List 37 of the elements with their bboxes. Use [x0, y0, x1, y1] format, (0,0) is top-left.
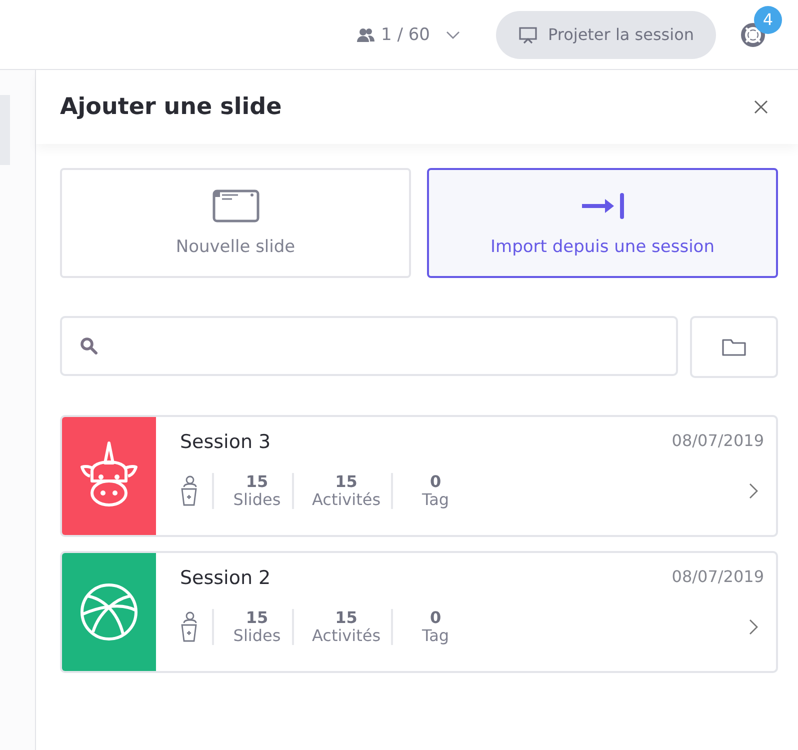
option-tab[interactable]: Import depuis une session — [427, 168, 778, 278]
stat-value: 15 — [246, 473, 268, 491]
stat-value: 0 — [430, 473, 442, 491]
stat-label: Slides — [233, 627, 281, 645]
basketball-icon — [79, 582, 139, 642]
folder-icon — [722, 337, 746, 357]
window-icon — [212, 189, 260, 223]
session-name: Session 3 — [180, 431, 271, 453]
close-icon[interactable] — [754, 100, 768, 114]
users-icon — [357, 26, 375, 42]
stat-value: 15 — [246, 609, 268, 627]
option-tab[interactable]: Nouvelle slide — [60, 168, 411, 278]
search-icon — [80, 337, 98, 355]
stat-value: 0 — [430, 609, 442, 627]
session-name: Session 2 — [180, 567, 271, 589]
chevron-right-icon — [749, 483, 758, 499]
session-card[interactable]: Session 3 08/07/2019 15 Slides 15 Activités 0 Tag — [60, 415, 778, 537]
notification-badge: 4 — [754, 6, 782, 34]
project-session-button[interactable]: Projeter la session — [496, 10, 716, 58]
panel-title: Ajouter une slide — [60, 94, 282, 120]
stat-label: Activités — [312, 627, 381, 645]
stat-label: Tag — [422, 491, 450, 509]
stat-label: Slides — [233, 491, 281, 509]
speaker-podium-icon — [180, 611, 198, 643]
speaker-podium-icon — [180, 475, 198, 507]
chevron-down-icon — [446, 30, 460, 38]
search-field[interactable] — [60, 316, 678, 376]
stat-label: Tag — [422, 627, 450, 645]
stat-value: 15 — [335, 609, 358, 627]
session-date: 08/07/2019 — [672, 567, 764, 588]
chevron-right-icon — [749, 619, 758, 635]
session-date: 08/07/2019 — [672, 431, 764, 452]
presentation-icon — [518, 24, 538, 44]
stat-value: 15 — [335, 473, 358, 491]
participants-dropdown[interactable]: 1 / 60 — [357, 24, 460, 44]
session-card[interactable]: Session 2 08/07/2019 15 Slides 15 Activités 0 Tag — [60, 551, 778, 673]
stat-label: Activités — [312, 491, 381, 509]
